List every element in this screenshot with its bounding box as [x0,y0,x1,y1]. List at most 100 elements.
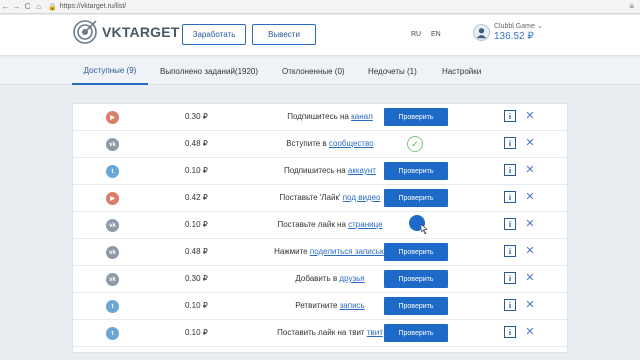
vk-icon: vk [106,246,119,259]
task-price: 0.10 ₽ [185,301,208,310]
info-icon[interactable]: i [504,272,516,284]
back-icon[interactable]: ← [0,2,11,11]
user-menu[interactable]: Clubbl Game ⌄ 136.52 ₽ [473,22,543,42]
browser-menu-icon[interactable]: ≡ [629,2,634,11]
logo[interactable]: VKTARGET [72,19,180,45]
info-icon[interactable]: i [504,164,516,176]
task-text: Поставить лайк на твит [277,328,367,337]
twitter-icon: t [106,165,119,178]
task-link[interactable]: поделиться записью [310,247,386,256]
forward-icon[interactable]: → [11,2,22,11]
close-icon[interactable]: ✕ [524,109,536,122]
task-price: 0.30 ₽ [185,274,208,283]
vk-icon: vk [106,219,119,232]
task-row: vk 0.10 ₽ Поставьте лайк на странице i ✕ [73,212,567,239]
verify-button[interactable]: Проверить [384,270,448,288]
twitter-icon: t [106,300,119,313]
site-header: VKTARGET Заработать Вывести RU EN Clubbl… [0,15,640,56]
url-field[interactable]: https://vktarget.ru/list/ [60,3,127,10]
chevron-down-icon: ⌄ [536,23,543,30]
mouse-cursor-icon [421,224,428,234]
task-tabs: Доступные (9) Выполнено заданий(1920) От… [0,57,640,85]
task-text: Нажмите [274,247,310,256]
task-link[interactable]: аккаунт [348,166,376,175]
user-name: Clubbl Game [494,23,535,30]
verify-button[interactable]: Проверить [384,297,448,315]
task-row: vk 0.48 ₽ Вступите в сообщество ✓ i ✕ [73,131,567,158]
close-icon[interactable]: ✕ [524,136,536,149]
tab-settings[interactable]: Настройки [442,57,481,85]
close-icon[interactable]: ✕ [524,163,536,176]
twitter-icon: t [106,327,119,340]
task-row: vk 0.30 ₽ Добавить в друзья Проверить i ✕ [73,266,567,293]
task-link[interactable]: твит [367,328,383,337]
task-row: ▶ 0.42 ₽ Поставьте 'Лайк' под видео Провери… [73,185,567,212]
avatar-icon [473,23,490,41]
info-icon[interactable]: i [504,299,516,311]
task-row: vk 0.48 ₽ Нажмите поделиться записью Провер… [73,239,567,266]
task-text: Подпишитесь на [284,166,348,175]
task-link[interactable]: друзья [339,274,364,283]
task-link[interactable]: странице [348,220,382,229]
verify-button[interactable]: Проверить [384,108,448,126]
verify-button[interactable]: Проверить [384,324,448,342]
close-icon[interactable]: ✕ [524,298,536,311]
task-row: t 0.10 ₽ Поставить лайк на твит твит Провер… [73,320,567,347]
task-text: Подпишитесь на [287,112,352,121]
target-logo-icon [73,20,97,44]
close-icon[interactable]: ✕ [524,244,536,257]
verify-button[interactable]: Проверить [384,189,448,207]
verify-button[interactable]: Проверить [384,162,448,180]
user-name-row: Clubbl Game ⌄ [494,22,543,30]
task-text: Поставьте лайк на [277,220,349,229]
lang-ru-link[interactable]: RU [411,31,421,38]
task-price: 0.10 ₽ [185,220,208,229]
check-icon: ✓ [407,136,423,152]
task-text: Поставьте 'Лайк' [279,193,343,202]
task-link[interactable]: канал [351,112,373,121]
task-list: ▶ 0.30 ₽ Подпишитесь на канал Проверить i ✕ vk… [72,103,568,353]
lock-icon: 🔒 [48,3,57,11]
info-icon[interactable]: i [504,326,516,338]
info-icon[interactable]: i [504,245,516,257]
vk-icon: vk [106,138,119,151]
task-price: 0.10 ₽ [185,328,208,337]
youtube-icon: ▶ [106,111,119,124]
info-icon[interactable]: i [504,191,516,203]
withdraw-button[interactable]: Вывести [252,24,316,45]
logo-text: VKTARGET [102,24,180,40]
earn-button[interactable]: Заработать [182,24,246,45]
task-link[interactable]: под видео [343,193,381,202]
task-text: Вступите в [286,139,329,148]
task-row: t 0.10 ₽ Подпишитесь на аккаунт Проверить i ✕ [73,158,567,185]
youtube-icon: ▶ [106,192,119,205]
info-icon[interactable]: i [504,110,516,122]
task-link[interactable]: сообщество [329,139,374,148]
task-price: 0.10 ₽ [185,166,208,175]
home-icon[interactable]: ⌂ [33,2,44,11]
task-price: 0.42 ₽ [185,193,208,202]
close-icon[interactable]: ✕ [524,217,536,230]
tab-shortcomings[interactable]: Недочеты (1) [368,57,417,85]
task-text: Добавить в [295,274,340,283]
tab-available[interactable]: Доступные (9) [72,57,148,85]
task-link[interactable]: запись [340,301,365,310]
lang-en-link[interactable]: EN [431,31,441,38]
vk-icon: vk [106,273,119,286]
reload-icon[interactable]: C [22,2,33,11]
tab-rejected[interactable]: Отклоненные (0) [282,57,345,85]
tab-completed[interactable]: Выполнено заданий(1920) [160,57,258,85]
close-icon[interactable]: ✕ [524,271,536,284]
task-price: 0.48 ₽ [185,247,208,256]
balance: 136.52 ₽ [494,31,534,42]
task-description: Поставьте лайк на странице [221,220,439,229]
task-price: 0.30 ₽ [185,112,208,121]
close-icon[interactable]: ✕ [524,190,536,203]
close-icon[interactable]: ✕ [524,325,536,338]
task-text: Ретвитните [295,301,340,310]
info-icon[interactable]: i [504,218,516,230]
browser-bar: ← → C ⌂ 🔒 https://vktarget.ru/list/ ≡ [0,0,640,14]
task-row: t 0.10 ₽ Ретвитните запись Проверить i ✕ [73,293,567,320]
info-icon[interactable]: i [504,137,516,149]
verify-button[interactable]: Проверить [384,243,448,261]
